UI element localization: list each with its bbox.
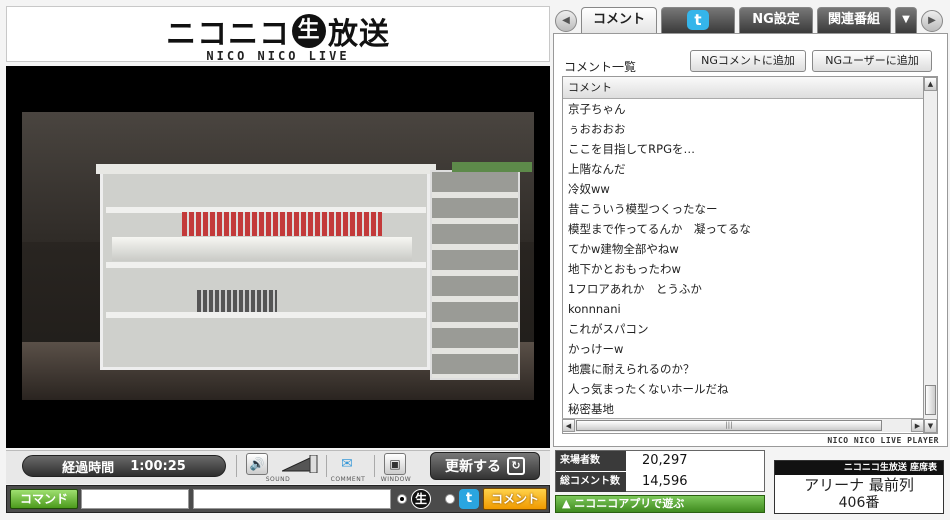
- comment-row[interactable]: 地下かとおもったわw: [563, 259, 923, 279]
- comments-label: 総コメント数: [556, 472, 626, 492]
- volume-slider[interactable]: [282, 455, 318, 473]
- nico-live-logo: ニコニコ 生 放送 NICO NICO LIVE: [6, 6, 550, 63]
- comment-row[interactable]: ぅおおおお: [563, 119, 923, 139]
- visitors-stat: 来場者数 20,297: [556, 451, 764, 471]
- video-frame[interactable]: [22, 112, 534, 400]
- add-ng-comment-button[interactable]: NGコメントに追加: [690, 50, 806, 72]
- sound-label: SOUND: [265, 476, 291, 483]
- stats-box: 来場者数 20,297 総コメント数 14,596: [555, 450, 765, 492]
- comment-list[interactable]: コメント 京子ちゃん ぅおおおお ここを目指してRPGを… 上階なんだ 冷奴ww…: [562, 76, 924, 434]
- comment-row[interactable]: 上階なんだ: [563, 159, 923, 179]
- comment-row[interactable]: 昔こういう模型つくったなー: [563, 199, 923, 219]
- logo-title: ニコニコ 生 放送: [166, 9, 390, 53]
- comment-row[interactable]: 人っ気まったくないホールだね: [563, 379, 923, 399]
- player-control-bar: 経過時間 1:00:25 🔊 SOUND ✉ COMMENT ▣ WINDOW …: [6, 450, 550, 484]
- panel-tabs: ◀ コメント t NG設定 関連番組 ▼ ▶: [553, 6, 948, 34]
- comment-row[interactable]: 京子ちゃん: [563, 99, 923, 119]
- comment-toggle-label: COMMENT: [330, 476, 366, 483]
- twitter-icon: t: [459, 489, 479, 509]
- elapsed-time-display: 経過時間 1:00:25: [22, 455, 226, 477]
- comment-row[interactable]: 模型まで作ってるんか 凝ってるな: [563, 219, 923, 239]
- comment-row[interactable]: konnnani: [563, 299, 923, 319]
- nama-icon: 生: [292, 14, 326, 48]
- comment-input-bar: コマンド 生 t コメント: [6, 485, 550, 513]
- video-model-floor-2: [106, 262, 426, 268]
- divider: [374, 455, 375, 477]
- speaker-icon[interactable]: 🔊: [246, 453, 268, 475]
- comments-stat: 総コメント数 14,596: [556, 472, 764, 492]
- command-button[interactable]: コマンド: [10, 489, 78, 509]
- video-model-racks-lower: [197, 290, 277, 312]
- app-link-label: ニコニコアプリで遊ぶ: [574, 497, 685, 510]
- vertical-scroll-thumb[interactable]: [925, 385, 936, 415]
- refresh-button[interactable]: 更新する ↻: [430, 452, 540, 480]
- tab-comments[interactable]: コメント: [581, 7, 657, 33]
- scroll-left-icon[interactable]: ◀: [562, 419, 575, 432]
- tab-related[interactable]: 関連番組: [817, 7, 891, 33]
- twitter-radio[interactable]: [445, 494, 455, 504]
- seat-ticket[interactable]: ニコニコ生放送 座席表 アリーナ 最前列 406番: [774, 460, 944, 514]
- video-model-roof: [96, 164, 436, 174]
- elapsed-label: 経過時間: [62, 460, 115, 476]
- visitors-label: 来場者数: [556, 451, 626, 471]
- horizontal-scroll-thumb[interactable]: |||: [576, 420, 882, 431]
- ticket-seat: アリーナ 最前列: [804, 476, 914, 494]
- comment-row[interactable]: 秘密基地: [563, 399, 923, 419]
- add-ng-user-button[interactable]: NGユーザーに追加: [812, 50, 932, 72]
- tab-scroll-right-icon[interactable]: ▶: [921, 10, 943, 32]
- comment-list-title: コメント一覧: [564, 60, 637, 74]
- comment-toggle-icon[interactable]: ✉: [336, 453, 358, 475]
- visitors-value: 20,297: [642, 453, 688, 468]
- scroll-right-icon[interactable]: ▶: [911, 419, 924, 432]
- divider: [326, 455, 327, 477]
- video-model-racks-upper: [182, 212, 382, 236]
- comment-column-header[interactable]: コメント: [563, 77, 923, 99]
- command-input[interactable]: [81, 489, 189, 509]
- scroll-up-icon[interactable]: ▲: [924, 77, 937, 91]
- twitter-icon: t: [687, 10, 709, 30]
- tab-scroll-left-icon[interactable]: ◀: [555, 10, 577, 32]
- comments-value: 14,596: [642, 474, 688, 489]
- player-brand-label: NICO NICO LIVE PLAYER: [827, 436, 939, 445]
- comment-row[interactable]: かっけーw: [563, 339, 923, 359]
- comment-row[interactable]: これがスパコン: [563, 319, 923, 339]
- comment-list-vertical-scrollbar[interactable]: ▲ ▼: [924, 76, 938, 434]
- video-model-floor-3: [106, 312, 426, 318]
- nama-icon: 生: [411, 489, 431, 509]
- comment-list-horizontal-scrollbar[interactable]: ◀ ||| ▶: [562, 418, 924, 432]
- comment-row[interactable]: 1フロアあれか とうふか: [563, 279, 923, 299]
- comment-row[interactable]: 冷奴ww: [563, 179, 923, 199]
- submit-comment-button[interactable]: コメント: [483, 488, 547, 510]
- divider: [236, 455, 237, 477]
- video-model-hall-light: [112, 237, 412, 261]
- ticket-number: 406番: [838, 495, 880, 511]
- window-label: WINDOW: [380, 476, 412, 483]
- logo-subtitle: NICO NICO LIVE: [206, 49, 350, 63]
- video-model-annex: [430, 170, 520, 380]
- elapsed-value: 1:00:25: [130, 458, 186, 474]
- refresh-label: 更新する: [445, 459, 501, 475]
- window-icon[interactable]: ▣: [384, 453, 406, 475]
- comment-row[interactable]: 地震に耐えられるのか？: [563, 359, 923, 379]
- nama-radio[interactable]: [397, 494, 407, 504]
- comment-panel: コメント一覧 NGコメントに追加 NGユーザーに追加 コメント 京子ちゃん ぅお…: [553, 33, 948, 447]
- tab-ng-settings[interactable]: NG設定: [739, 7, 813, 33]
- comment-input[interactable]: [193, 489, 391, 509]
- ticket-header: ニコニコ生放送 座席表: [775, 461, 943, 475]
- video-model-green: [452, 162, 532, 172]
- tab-menu-chevron-down-icon[interactable]: ▼: [895, 7, 917, 33]
- comment-row[interactable]: ここを目指してRPGを…: [563, 139, 923, 159]
- video-model-building: [100, 170, 430, 370]
- video-player[interactable]: [6, 66, 550, 448]
- scroll-down-icon[interactable]: ▼: [924, 419, 937, 433]
- tab-twitter[interactable]: t: [661, 7, 735, 33]
- comment-row[interactable]: てかw建物全部やねw: [563, 239, 923, 259]
- nico-app-link[interactable]: ▲ ニコニコアプリで遊ぶ: [555, 495, 765, 513]
- refresh-icon: ↻: [507, 457, 525, 475]
